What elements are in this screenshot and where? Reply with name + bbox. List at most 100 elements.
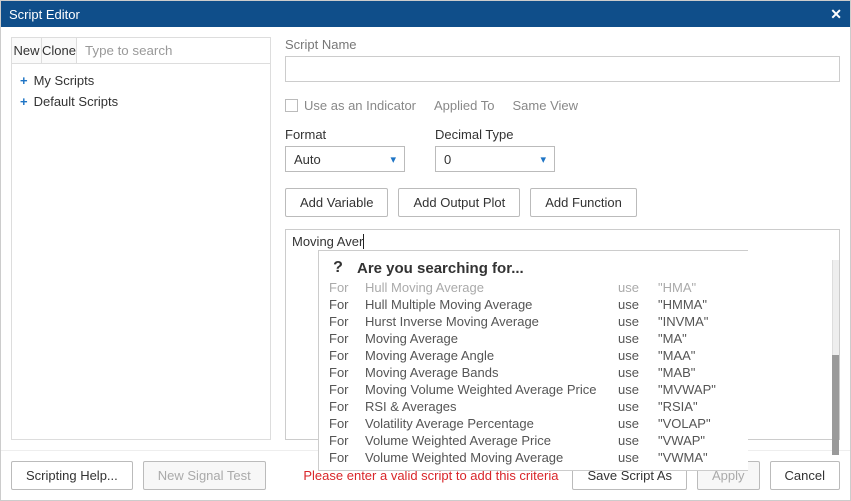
options-row: Use as an Indicator Applied To Same View — [285, 98, 840, 113]
suggest-name: Hull Multiple Moving Average — [365, 297, 618, 312]
action-buttons-row: Add Variable Add Output Plot Add Functio… — [285, 188, 840, 217]
tree-item-default-scripts[interactable]: + Default Scripts — [18, 91, 264, 112]
decimal-type-dropdown[interactable]: 0 ▾ — [435, 146, 555, 172]
new-button[interactable]: New — [12, 38, 42, 63]
suggest-name: Volume Weighted Moving Average — [365, 450, 618, 465]
format-label: Format — [285, 127, 405, 142]
footer-left: Scripting Help... New Signal Test — [11, 461, 266, 490]
autocomplete-item[interactable]: ForMoving Average Angleuse"MAA" — [319, 347, 748, 364]
suggest-name: Moving Average — [365, 331, 618, 346]
cancel-button[interactable]: Cancel — [770, 461, 840, 490]
question-icon: ? — [329, 259, 347, 277]
suggest-name: Moving Average Bands — [365, 365, 618, 380]
format-dropdown[interactable]: Auto ▾ — [285, 146, 405, 172]
script-editor-window: Script Editor ✕ New Clone + My Scripts + D… — [0, 0, 851, 501]
scripting-help-button[interactable]: Scripting Help... — [11, 461, 133, 490]
editor-content: Moving Aver — [292, 234, 364, 249]
chevron-down-icon: ▾ — [390, 153, 396, 166]
suggest-code: "INVMA" — [658, 314, 738, 329]
suggest-name: Hurst Inverse Moving Average — [365, 314, 618, 329]
suggest-for: For — [329, 280, 365, 295]
autocomplete-header: ? Are you searching for... — [319, 251, 748, 279]
suggest-use: use — [618, 382, 658, 397]
clone-button[interactable]: Clone — [42, 38, 77, 63]
applied-to-label: Applied To — [434, 98, 494, 113]
close-icon[interactable]: ✕ — [830, 6, 842, 23]
autocomplete-item[interactable]: ForHurst Inverse Moving Averageuse"INVMA… — [319, 313, 748, 330]
suggest-code: "HMMA" — [658, 297, 738, 312]
suggest-use: use — [618, 433, 658, 448]
suggest-use: use — [618, 297, 658, 312]
left-toolbar: New Clone — [12, 38, 270, 64]
suggest-use: use — [618, 314, 658, 329]
suggest-for: For — [329, 399, 365, 414]
titlebar: Script Editor ✕ — [1, 1, 850, 27]
expand-icon[interactable]: + — [20, 73, 28, 88]
dropdown-value: 0 — [444, 152, 451, 167]
autocomplete-item[interactable]: ForMoving Average Bandsuse"MAB" — [319, 364, 748, 381]
suggest-code: "VWMA" — [658, 450, 738, 465]
suggest-for: For — [329, 297, 365, 312]
checkbox-icon — [285, 99, 298, 112]
autocomplete-item[interactable]: ForHull Multiple Moving Averageuse"HMMA" — [319, 296, 748, 313]
script-editor-textarea[interactable]: Moving Aver ? Are you searching for... F… — [285, 229, 840, 440]
window-title: Script Editor — [9, 7, 80, 22]
suggest-code: "MVWAP" — [658, 382, 738, 397]
suggest-for: For — [329, 348, 365, 363]
suggest-code: "MAA" — [658, 348, 738, 363]
autocomplete-item[interactable]: ForHull Moving Averageuse"HMA" — [319, 279, 748, 296]
suggest-use: use — [618, 348, 658, 363]
suggest-code: "MAB" — [658, 365, 738, 380]
autocomplete-item[interactable]: ForVolatility Average Percentageuse"VOLA… — [319, 415, 748, 432]
suggest-use: use — [618, 365, 658, 380]
suggest-use: use — [618, 416, 658, 431]
suggest-use: use — [618, 280, 658, 295]
autocomplete-item[interactable]: ForVolume Weighted Moving Averageuse"VWM… — [319, 449, 748, 466]
suggest-use: use — [618, 450, 658, 465]
suggest-for: For — [329, 314, 365, 329]
suggest-for: For — [329, 365, 365, 380]
format-col: Format Auto ▾ — [285, 127, 405, 172]
autocomplete-item[interactable]: ForRSI & Averagesuse"RSIA" — [319, 398, 748, 415]
autocomplete-popup: ? Are you searching for... ForHull Movin… — [318, 250, 748, 471]
autocomplete-item[interactable]: ForMoving Volume Weighted Average Priceu… — [319, 381, 748, 398]
autocomplete-list: ForHull Moving Averageuse"HMA"ForHull Mu… — [319, 279, 748, 466]
decimal-col: Decimal Type 0 ▾ — [435, 127, 555, 172]
autocomplete-title: Are you searching for... — [357, 260, 524, 277]
search-input[interactable] — [77, 38, 270, 63]
use-as-indicator-checkbox[interactable]: Use as an Indicator — [285, 98, 416, 113]
suggest-name: Moving Average Angle — [365, 348, 618, 363]
tree-label: My Scripts — [34, 73, 95, 88]
autocomplete-item[interactable]: ForVolume Weighted Average Priceuse"VWAP… — [319, 432, 748, 449]
suggest-name: Hull Moving Average — [365, 280, 618, 295]
expand-icon[interactable]: + — [20, 94, 28, 109]
suggest-code: "VWAP" — [658, 433, 738, 448]
tree-item-my-scripts[interactable]: + My Scripts — [18, 70, 264, 91]
suggest-for: For — [329, 433, 365, 448]
add-output-plot-button[interactable]: Add Output Plot — [398, 188, 520, 217]
scripts-tree-panel: New Clone + My Scripts + Default Scripts — [11, 37, 271, 440]
add-function-button[interactable]: Add Function — [530, 188, 637, 217]
suggest-code: "HMA" — [658, 280, 738, 295]
suggest-code: "RSIA" — [658, 399, 738, 414]
suggest-for: For — [329, 331, 365, 346]
scripts-tree: + My Scripts + Default Scripts — [12, 64, 270, 118]
scrollbar-thumb[interactable] — [832, 355, 839, 455]
dropdown-value: Auto — [294, 152, 321, 167]
editor-panel: Script Name Use as an Indicator Applied … — [285, 37, 840, 440]
script-name-input[interactable] — [285, 56, 840, 82]
suggest-name: RSI & Averages — [365, 399, 618, 414]
suggest-for: For — [329, 450, 365, 465]
suggest-use: use — [618, 399, 658, 414]
new-signal-test-button[interactable]: New Signal Test — [143, 461, 266, 490]
suggest-name: Moving Volume Weighted Average Price — [365, 382, 618, 397]
add-variable-button[interactable]: Add Variable — [285, 188, 388, 217]
same-view-label: Same View — [513, 98, 579, 113]
tree-label: Default Scripts — [34, 94, 119, 109]
autocomplete-item[interactable]: ForMoving Averageuse"MA" — [319, 330, 748, 347]
suggest-for: For — [329, 382, 365, 397]
suggest-name: Volume Weighted Average Price — [365, 433, 618, 448]
suggest-for: For — [329, 416, 365, 431]
scrollbar-track[interactable] — [832, 260, 839, 433]
format-row: Format Auto ▾ Decimal Type 0 ▾ — [285, 127, 840, 172]
